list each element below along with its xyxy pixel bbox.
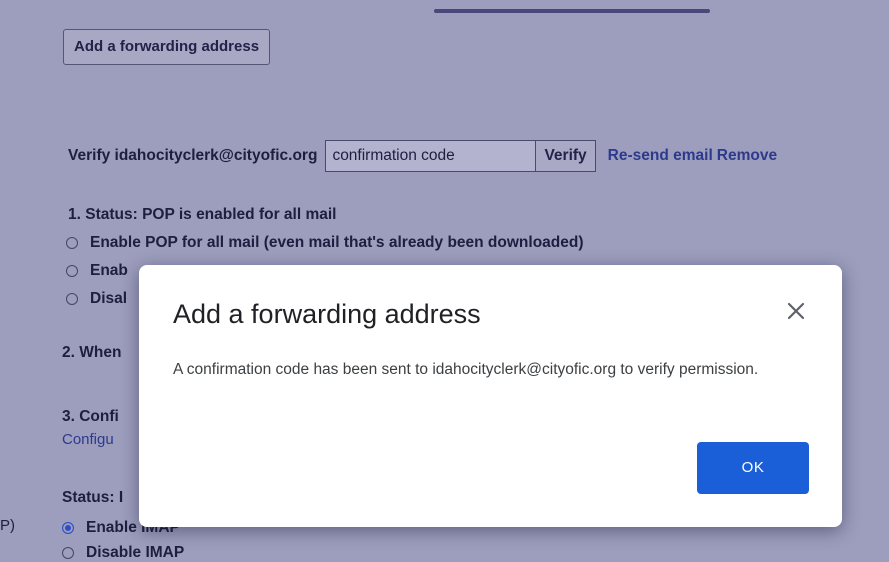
pop-option-2[interactable]: Enab [66,262,128,280]
top-divider [434,9,710,13]
verify-label: Verify idahocityclerk@cityofic.org [68,147,318,164]
imap-option-disable[interactable]: Disable IMAP [62,544,184,562]
section-configure: 3. Confi [62,408,119,425]
pop-option-label: Enable POP for all mail (even mail that'… [90,234,584,251]
imap-option-label: Disable IMAP [86,544,185,561]
pop-option-disable[interactable]: Disal [66,290,127,308]
resend-email-link[interactable]: Re-send email [608,147,713,165]
radio-selected-icon[interactable] [62,522,74,534]
pop-option-label: Disal [90,290,128,307]
left-fragment: P) [0,517,15,534]
radio-icon[interactable] [66,265,78,277]
imap-status: Status: I [62,489,124,506]
dialog-title: Add a forwarding address [173,299,481,329]
ok-button[interactable]: OK [697,442,809,494]
radio-icon[interactable] [66,293,78,305]
close-icon[interactable] [784,299,808,323]
section-when: 2. When [62,344,122,361]
radio-icon[interactable] [62,547,74,559]
add-forwarding-address-button[interactable]: Add a forwarding address [63,29,271,65]
verify-button[interactable]: Verify [535,140,596,172]
verify-row: Verify idahocityclerk@cityofic.org Verif… [68,139,777,173]
dialog-message: A confirmation code has been sent to ida… [173,361,759,378]
confirmation-code-input[interactable] [325,140,536,172]
pop-option-all[interactable]: Enable POP for all mail (even mail that'… [66,234,584,252]
remove-link[interactable]: Remove [717,147,777,165]
pop-status: 1. Status: POP is enabled for all mail [68,206,337,223]
forwarding-dialog: Add a forwarding address A confirmation … [139,265,842,527]
radio-icon[interactable] [66,237,78,249]
pop-option-label: Enab [90,262,128,279]
configure-link[interactable]: Configu [62,431,114,448]
